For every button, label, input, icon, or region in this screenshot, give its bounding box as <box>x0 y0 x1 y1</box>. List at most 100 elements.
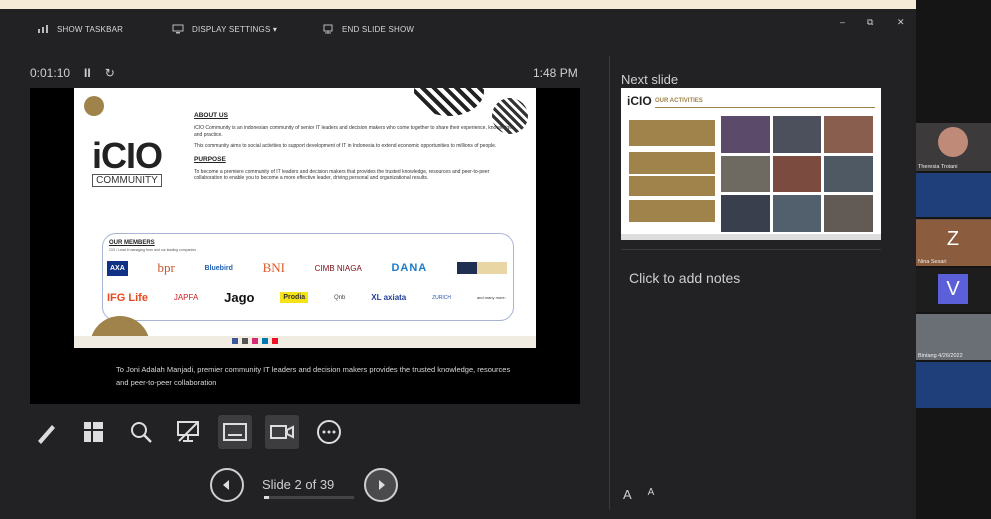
elapsed-time: 0:01:10 <box>30 66 71 80</box>
participant-name: Bintang 4/26/2022 <box>918 353 963 359</box>
see-all-slides-button[interactable] <box>77 415 111 449</box>
minimize-button[interactable]: – <box>840 17 845 27</box>
social-icons <box>232 338 278 344</box>
about-heading: ABOUT US <box>194 112 228 119</box>
next-activity-panel-4 <box>629 200 715 222</box>
more-icon <box>317 420 341 444</box>
members-row-1: AXA bpr Bluebird BNI CIMB NIAGA DANA <box>107 260 507 276</box>
speaker-notes[interactable]: Click to add notes <box>629 270 740 286</box>
member-logo-other <box>456 262 507 274</box>
next-slide-button[interactable] <box>364 468 398 502</box>
camera-icon <box>270 425 294 439</box>
close-button[interactable]: ✕ <box>897 17 905 28</box>
slide-number[interactable]: Slide 2 of 39 <box>262 477 334 492</box>
member-logo-axa: AXA <box>107 260 128 276</box>
member-logo-cimb: CIMB NIAGA <box>314 263 362 273</box>
slide-progress-fill <box>264 496 269 499</box>
pane-divider[interactable] <box>609 56 610 510</box>
pause-icon[interactable]: II <box>84 66 91 80</box>
next-slide-thumbnail[interactable]: iCIO OUR ACTIVITIES <box>621 88 881 240</box>
show-taskbar-label: SHOW TASKBAR <box>57 24 124 34</box>
participant-tile[interactable]: Bintang 4/26/2022 <box>916 314 991 360</box>
clock: 1:48 PM <box>533 66 578 80</box>
black-screen-icon <box>177 421 199 442</box>
display-settings-label: DISPLAY SETTINGS ▾ <box>192 24 278 34</box>
pen-tool-button[interactable] <box>30 415 64 449</box>
restart-icon[interactable]: ↻ <box>105 66 115 80</box>
members-row-2: IFG Life JAPFA Jago Prodia Qnb XL axiata… <box>107 290 507 305</box>
next-footer-bar <box>621 234 881 240</box>
increase-font-button[interactable]: A <box>623 487 632 502</box>
next-gold-line <box>655 107 875 108</box>
member-logo-bluebird: Bluebird <box>204 264 233 272</box>
participant-name: Theresia Troiani <box>918 164 958 170</box>
participant-tile[interactable]: V <box>916 268 991 312</box>
timer: 0:01:10 II ↻ <box>30 66 115 80</box>
purpose-heading: PURPOSE <box>194 155 226 163</box>
subtitles-icon <box>223 423 247 441</box>
logo-sub: COMMUNITY <box>92 174 163 187</box>
participant-tile[interactable] <box>916 173 991 217</box>
next-activity-panel-3 <box>629 176 715 196</box>
about-text-1: iCIO Community is an indonesian communit… <box>194 125 513 138</box>
next-logo: iCIO <box>627 94 652 108</box>
members-more: and many more.. <box>476 295 507 300</box>
member-logo-jago: Jago <box>224 290 255 305</box>
slide-navigation: Slide 2 of 39 <box>208 466 408 506</box>
taskbar-icon <box>38 25 48 33</box>
participant-tile[interactable]: Theresia Troiani <box>916 123 991 171</box>
display-icon <box>172 24 184 34</box>
notes-separator <box>621 249 881 250</box>
subtitles-button[interactable] <box>218 415 252 449</box>
members-box: OUR MEMBERS CIO / Lead it managing from … <box>102 233 514 321</box>
participant-name: Nina Sesari <box>918 259 947 265</box>
pen-icon <box>38 425 55 444</box>
black-screen-button[interactable] <box>171 415 205 449</box>
more-options-button[interactable] <box>312 415 346 449</box>
participant-tile[interactable]: Z Nina Sesari <box>916 220 991 266</box>
magnifier-icon <box>131 422 152 443</box>
participant-avatar: Z <box>946 227 960 250</box>
member-logo-prodia: Prodia <box>280 292 309 303</box>
presenter-toolbar: SHOW TASKBAR DISPLAY SETTINGS ▾ END SLID… <box>0 9 916 57</box>
grid-icon <box>84 422 103 442</box>
member-logo-dana: DANA <box>391 262 428 274</box>
member-logo-qnb: Qnb <box>334 294 346 301</box>
camera-button[interactable] <box>265 415 299 449</box>
member-logo-zurich: ZURICH <box>432 294 452 301</box>
slide-logo: iCIO COMMUNITY <box>92 135 163 187</box>
end-show-icon <box>323 24 333 34</box>
member-logo-japfa: JAPFA <box>173 293 199 302</box>
member-logo-bni: BNI <box>262 260 285 275</box>
next-activity-panel-1 <box>629 120 715 146</box>
previous-slide-button[interactable] <box>210 468 244 502</box>
display-settings-button[interactable]: DISPLAY SETTINGS ▾ <box>172 24 277 34</box>
zoom-button[interactable] <box>124 415 158 449</box>
chevron-left-icon <box>223 480 229 490</box>
end-slide-show-button[interactable]: END SLIDE SHOW <box>322 24 414 34</box>
notes-font-size-controls: A A <box>623 487 654 502</box>
next-photo-grid <box>721 116 873 232</box>
members-heading: OUR MEMBERS <box>109 240 155 246</box>
about-text-2: This community aims to social activities… <box>194 143 497 150</box>
end-slide-show-label: END SLIDE SHOW <box>342 24 415 34</box>
member-logo-bpr: bpr <box>157 260 175 275</box>
current-slide[interactable]: iCIO COMMUNITY ABOUT US iCIO Community i… <box>74 88 536 348</box>
gold-dot-decoration <box>84 96 104 116</box>
member-logo-ifg: IFG Life <box>107 291 148 304</box>
member-logo-xl: XL axiata <box>371 293 407 302</box>
slide-progress-bar <box>264 496 354 499</box>
slide-footer-bar <box>74 336 536 348</box>
restore-button[interactable]: ⧉ <box>867 17 874 28</box>
logo-main: iCIO <box>92 135 163 176</box>
meeting-participants-sidebar: Theresia Troiani Z Nina Sesari V Bintang… <box>916 0 991 519</box>
presenter-tools <box>30 415 346 449</box>
participant-photo <box>938 127 968 157</box>
current-slide-stage: iCIO COMMUNITY ABOUT US iCIO Community i… <box>30 88 580 404</box>
participant-tile[interactable] <box>916 362 991 408</box>
slide-caption: To Joni Adalah Manjadi, premier communit… <box>116 365 511 387</box>
decrease-font-button[interactable]: A <box>648 487 655 502</box>
participant-avatar: V <box>938 274 968 304</box>
show-taskbar-button[interactable]: SHOW TASKBAR <box>37 24 123 34</box>
next-activity-panel-2 <box>629 152 715 174</box>
